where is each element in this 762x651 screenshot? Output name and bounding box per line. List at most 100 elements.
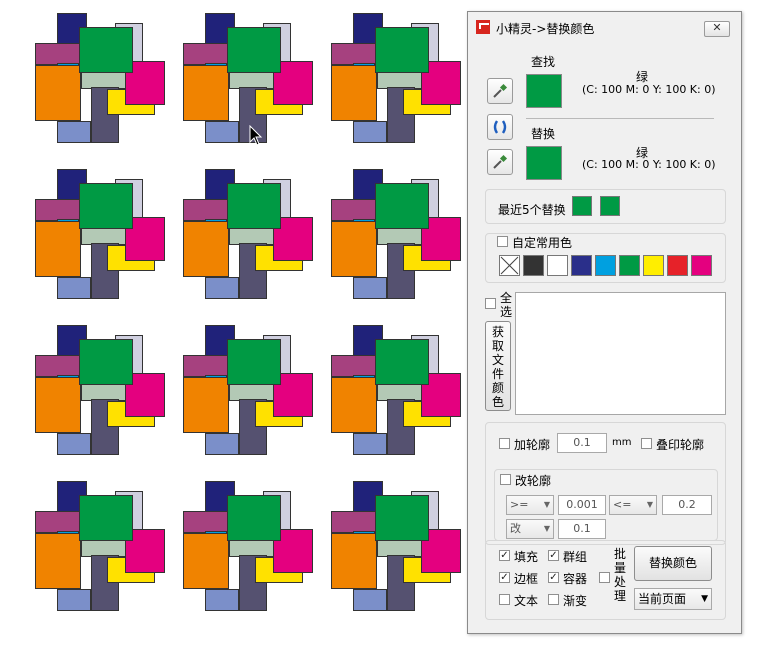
artwork-shape-orange[interactable]: [331, 533, 377, 589]
artwork-shape-green[interactable]: [227, 339, 281, 385]
add-outline-width-field[interactable]: 0.1: [557, 433, 607, 453]
scope-dropdown[interactable]: 当前页面 ▼: [634, 588, 712, 610]
artwork-shape-green[interactable]: [375, 339, 429, 385]
artwork-shape-periwinkle[interactable]: [57, 121, 91, 143]
artwork-shape-purple[interactable]: [35, 355, 83, 377]
artwork-shape-purple[interactable]: [331, 199, 379, 221]
find-color-swatch[interactable]: [526, 74, 562, 108]
get-file-colors-button[interactable]: 获取文件颜色: [485, 321, 511, 411]
container-checkbox[interactable]: ✓: [548, 572, 559, 583]
artwork-group[interactable]: [331, 13, 471, 153]
artwork-shape-periwinkle[interactable]: [353, 121, 387, 143]
artwork-shape-periwinkle[interactable]: [205, 433, 239, 455]
add-outline-checkbox[interactable]: [499, 438, 510, 449]
gradient-checkbox[interactable]: [548, 594, 559, 605]
action-width-field[interactable]: 0.1: [558, 519, 606, 539]
artwork-shape-purple[interactable]: [331, 355, 379, 377]
artwork-shape-periwinkle[interactable]: [353, 277, 387, 299]
batch-checkbox[interactable]: [599, 572, 610, 583]
condition-2-dropdown[interactable]: <= ▼: [609, 495, 657, 515]
artwork-shape-green[interactable]: [79, 495, 133, 541]
artwork-group[interactable]: [35, 169, 175, 309]
artwork-group[interactable]: [183, 325, 323, 465]
artwork-shape-orange[interactable]: [183, 221, 229, 277]
artwork-shape-orange[interactable]: [331, 377, 377, 433]
replace-color-swatch[interactable]: [526, 146, 562, 180]
artwork-shape-purple[interactable]: [183, 355, 231, 377]
close-button[interactable]: ✕: [704, 21, 730, 37]
palette-swatch[interactable]: [547, 255, 568, 276]
artwork-shape-orange[interactable]: [35, 221, 81, 277]
artwork-group[interactable]: [35, 13, 175, 153]
artwork-shape-green[interactable]: [227, 27, 281, 73]
artwork-shape-green[interactable]: [375, 27, 429, 73]
change-outline-checkbox[interactable]: [500, 474, 511, 485]
border-checkbox[interactable]: ✓: [499, 572, 510, 583]
artwork-group[interactable]: [183, 169, 323, 309]
no-color-swatch[interactable]: [499, 255, 520, 276]
artwork-shape-purple[interactable]: [331, 43, 379, 65]
artwork-group[interactable]: [331, 169, 471, 309]
condition-1-dropdown[interactable]: >= ▼: [506, 495, 554, 515]
artwork-shape-green[interactable]: [375, 183, 429, 229]
artwork-shape-purple[interactable]: [183, 199, 231, 221]
artwork-shape-green[interactable]: [79, 183, 133, 229]
action-dropdown[interactable]: 改 ▼: [506, 519, 554, 539]
artwork-shape-green[interactable]: [227, 183, 281, 229]
custom-colors-checkbox[interactable]: [497, 236, 508, 247]
swap-button[interactable]: [487, 114, 513, 140]
palette-swatch[interactable]: [619, 255, 640, 276]
artwork-shape-orange[interactable]: [331, 221, 377, 277]
artwork-shape-orange[interactable]: [35, 65, 81, 121]
artwork-shape-orange[interactable]: [35, 533, 81, 589]
artwork-shape-purple[interactable]: [331, 511, 379, 533]
text-checkbox[interactable]: [499, 594, 510, 605]
recent-swatch[interactable]: [572, 196, 592, 216]
artwork-shape-orange[interactable]: [35, 377, 81, 433]
select-all-checkbox[interactable]: [485, 298, 496, 309]
group-checkbox[interactable]: ✓: [548, 550, 559, 561]
replace-eyedropper-button[interactable]: [487, 149, 513, 175]
find-eyedropper-button[interactable]: [487, 78, 513, 104]
artwork-shape-periwinkle[interactable]: [205, 121, 239, 143]
condition-1-field[interactable]: 0.001: [558, 495, 606, 515]
artwork-shape-purple[interactable]: [35, 199, 83, 221]
palette-swatch[interactable]: [523, 255, 544, 276]
fill-checkbox[interactable]: ✓: [499, 550, 510, 561]
artwork-shape-periwinkle[interactable]: [57, 277, 91, 299]
replace-color-button[interactable]: 替换颜色: [634, 546, 712, 581]
artwork-shape-orange[interactable]: [183, 377, 229, 433]
artwork-group[interactable]: [35, 325, 175, 465]
artwork-shape-periwinkle[interactable]: [353, 433, 387, 455]
artwork-shape-periwinkle[interactable]: [353, 589, 387, 611]
palette-swatch[interactable]: [643, 255, 664, 276]
artwork-shape-purple[interactable]: [35, 511, 83, 533]
artwork-shape-purple[interactable]: [183, 511, 231, 533]
palette-swatch[interactable]: [595, 255, 616, 276]
artwork-group[interactable]: [35, 481, 175, 621]
artwork-group[interactable]: [183, 481, 323, 621]
artwork-shape-green[interactable]: [79, 27, 133, 73]
artwork-shape-purple[interactable]: [35, 43, 83, 65]
document-canvas[interactable]: [0, 0, 462, 651]
panel-titlebar[interactable]: 小精灵->替换颜色 ✕: [468, 12, 741, 42]
palette-swatch[interactable]: [667, 255, 688, 276]
overprint-outline-checkbox[interactable]: [641, 438, 652, 449]
artwork-shape-green[interactable]: [227, 495, 281, 541]
artwork-shape-periwinkle[interactable]: [205, 589, 239, 611]
artwork-shape-periwinkle[interactable]: [57, 589, 91, 611]
palette-swatch[interactable]: [571, 255, 592, 276]
artwork-shape-green[interactable]: [375, 495, 429, 541]
condition-2-field[interactable]: 0.2: [662, 495, 712, 515]
file-colors-list[interactable]: [515, 292, 726, 415]
artwork-shape-periwinkle[interactable]: [205, 277, 239, 299]
artwork-shape-orange[interactable]: [183, 533, 229, 589]
palette-swatch[interactable]: [691, 255, 712, 276]
artwork-shape-green[interactable]: [79, 339, 133, 385]
artwork-shape-purple[interactable]: [183, 43, 231, 65]
artwork-shape-orange[interactable]: [331, 65, 377, 121]
artwork-group[interactable]: [331, 325, 471, 465]
recent-swatch[interactable]: [600, 196, 620, 216]
artwork-shape-orange[interactable]: [183, 65, 229, 121]
artwork-shape-periwinkle[interactable]: [57, 433, 91, 455]
